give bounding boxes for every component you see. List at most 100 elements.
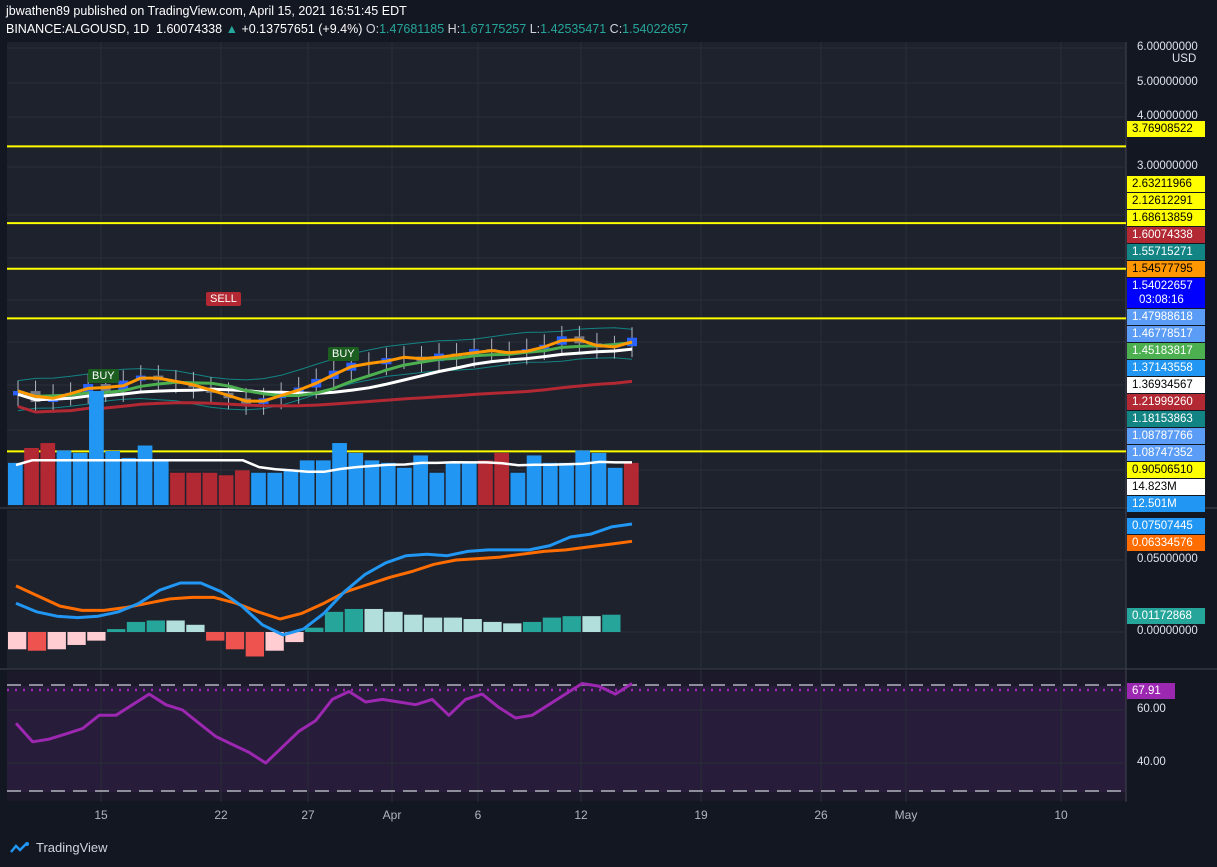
price-tick-label: 5.00000000: [1137, 76, 1198, 88]
price-tag: 1.08787766: [1127, 428, 1205, 444]
volume-bar: [251, 472, 266, 505]
macd-histogram-bar: [87, 632, 106, 641]
macd-histogram-bar: [562, 616, 581, 632]
macd-histogram-bar: [404, 614, 423, 632]
macd-histogram-bar: [8, 632, 27, 650]
macd-histogram-bar: [67, 632, 86, 645]
volume-bar: [24, 448, 39, 505]
macd-histogram-bar: [186, 624, 205, 632]
rsi-band-fill: [7, 686, 1126, 792]
time-tick-label: 22: [214, 808, 228, 822]
price-tick-label: 3.00000000: [1137, 160, 1198, 172]
price-tag: 2.63211966: [1127, 176, 1205, 192]
price-tag: 3.76908522: [1127, 121, 1205, 137]
volume-bar: [526, 455, 542, 505]
time-tick-label: 27: [301, 808, 315, 822]
volume-bar: [559, 462, 574, 505]
price-tag: 1.18153863: [1127, 411, 1205, 427]
chart-canvas[interactable]: [0, 0, 1217, 867]
time-tick-label: 19: [694, 808, 708, 822]
currency-label: USD: [1172, 53, 1197, 65]
rsi-tick-label: 60.00: [1137, 703, 1166, 715]
volume-bar: [332, 443, 347, 505]
volume-bar: [40, 443, 56, 505]
macd-tick-label: 0.05000000: [1137, 553, 1198, 565]
volume-bar: [170, 472, 185, 505]
macd-histogram-bar: [384, 611, 403, 632]
volume-bar: [121, 457, 137, 505]
price-pane: [7, 42, 1126, 507]
volume-bar: [89, 391, 104, 505]
time-tick-label: 10: [1054, 808, 1068, 822]
macd-histogram-bar: [107, 629, 126, 632]
macd-tick-label: 0.00000000: [1137, 625, 1198, 637]
macd-pane: [7, 510, 1126, 668]
volume-bar: [283, 470, 299, 505]
volume-bar: [202, 472, 218, 505]
volume-bar: [8, 462, 23, 505]
macd-histogram-bar: [364, 608, 383, 632]
volume-bar: [380, 462, 396, 505]
macd-histogram-bar: [245, 632, 264, 657]
price-tag: 0.90506510: [1127, 462, 1205, 478]
price-tag: 1.60074338: [1127, 227, 1205, 243]
macd-histogram-bar: [463, 619, 482, 632]
price-tag: 1.08747352: [1127, 445, 1205, 461]
price-tag: 14.823M: [1127, 479, 1205, 495]
macd-histogram-bar: [27, 632, 47, 651]
volume-bar: [56, 450, 72, 505]
price-tag: 1.36934567: [1127, 377, 1205, 393]
time-tick-label: 15: [94, 808, 108, 822]
volume-bar: [137, 445, 153, 505]
volume-bar: [429, 472, 445, 505]
volume-bar: [316, 460, 331, 505]
price-tag: 2.12612291: [1127, 193, 1205, 209]
macd-histogram-bar: [602, 614, 621, 632]
volume-bar: [267, 472, 283, 505]
buy-signal-label: BUY: [88, 369, 119, 383]
tradingview-icon: [10, 841, 29, 853]
volume-bar: [234, 470, 250, 505]
macd-histogram-bar: [166, 620, 185, 632]
volume-bar: [299, 460, 315, 505]
sell-signal-label: SELL: [206, 292, 241, 306]
brand-name: TradingView: [36, 840, 108, 855]
volume-bar: [186, 472, 202, 505]
macd-histogram-bar: [522, 621, 542, 632]
price-tag: 1.47988618: [1127, 309, 1205, 325]
tradingview-logo[interactable]: TradingView: [10, 840, 108, 855]
buy-signal-label-2: BUY: [328, 347, 359, 361]
macd-histogram-bar: [47, 632, 66, 650]
price-tag: 0.01172868: [1127, 608, 1205, 624]
volume-bar: [397, 467, 412, 505]
time-tick-label: 26: [814, 808, 828, 822]
price-tag: 1.54577795: [1127, 261, 1205, 277]
price-tag: 1.21999260: [1127, 394, 1205, 410]
macd-histogram-bar: [206, 632, 225, 641]
volume-bar: [218, 475, 234, 505]
volume-bar: [153, 460, 169, 505]
macd-histogram-bar: [483, 621, 502, 632]
volume-bar: [542, 462, 558, 505]
price-tag: 12.501M: [1127, 496, 1205, 512]
price-tag: 1.55715271: [1127, 244, 1205, 260]
price-tag: 67.91: [1127, 683, 1175, 699]
volume-bar: [494, 452, 510, 505]
volume-bar: [348, 452, 364, 505]
rsi-tick-label: 40.00: [1137, 756, 1166, 768]
macd-histogram-bar: [423, 617, 443, 632]
time-tick-label: May: [894, 808, 918, 822]
time-tick-label: 12: [574, 808, 588, 822]
macd-histogram-bar: [146, 620, 165, 632]
macd-histogram-bar: [542, 617, 562, 632]
price-tick-label: 6.00000000: [1137, 41, 1198, 53]
volume-bar: [624, 462, 639, 505]
time-tick-label: Apr: [382, 808, 402, 822]
price-tag: 1.46778517: [1127, 326, 1205, 342]
time-tick-label: 6: [474, 808, 482, 822]
price-tag: 1.37143558: [1127, 360, 1205, 376]
macd-histogram-bar: [305, 627, 324, 632]
volume-bar: [478, 460, 493, 505]
macd-histogram-bar: [126, 621, 146, 632]
macd-histogram-bar: [324, 611, 344, 632]
